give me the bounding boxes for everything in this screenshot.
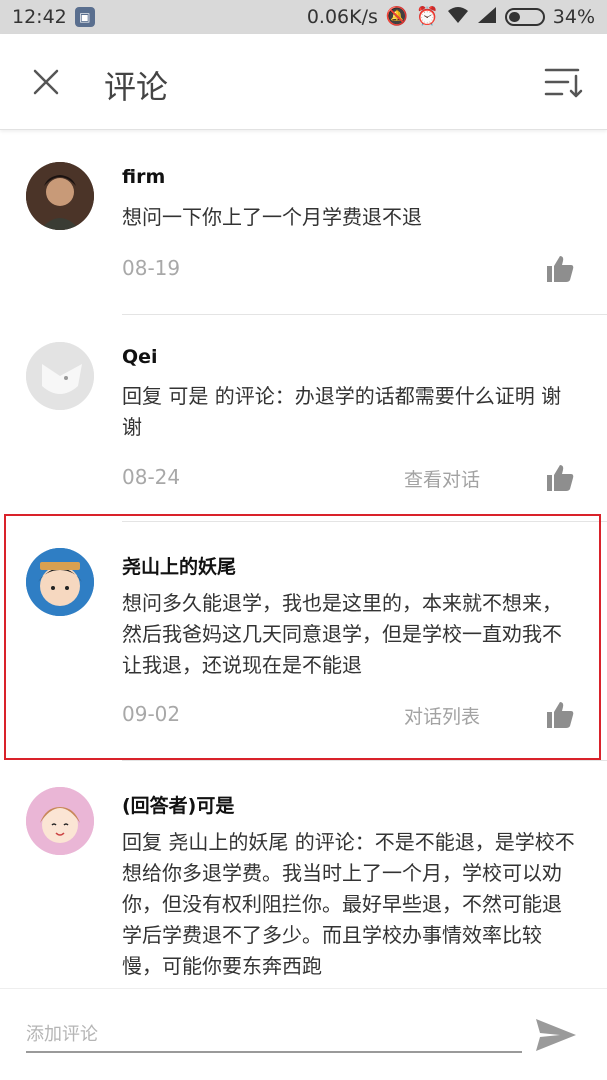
- avatar[interactable]: [26, 787, 94, 855]
- mute-icon: 🔕: [385, 6, 409, 27]
- page-title: 评论: [104, 68, 169, 106]
- comment-input[interactable]: [26, 1017, 522, 1053]
- like-icon[interactable]: [545, 254, 575, 284]
- app-header: 评论: [0, 34, 607, 130]
- comment-date: 08-19: [122, 256, 181, 280]
- status-bar: 12:42 ▣ 0.06K/s 🔕 ⏰ 34%: [0, 0, 607, 34]
- view-conversation-link[interactable]: 查看对话: [404, 465, 480, 492]
- network-speed: 0.06K/s: [306, 6, 378, 28]
- notification-app-icon: ▣: [74, 7, 95, 27]
- battery-percent: 34%: [552, 6, 595, 28]
- comment-item: firm 想问一下你上了一个月学费退不退 08-19: [0, 130, 607, 314]
- close-icon: [33, 69, 59, 95]
- avatar[interactable]: [26, 342, 94, 410]
- alarm-icon: ⏰: [416, 6, 439, 27]
- signal-icon: [477, 6, 497, 28]
- highlight-box: [4, 514, 601, 760]
- like-icon[interactable]: [545, 463, 575, 493]
- comment-item: (回答者)可是 回复 尧山上的妖尾 的评论：不是不能退，是学校不想给你多退学费。…: [0, 761, 607, 988]
- comment-author[interactable]: Qei: [122, 346, 158, 368]
- close-button[interactable]: [26, 62, 66, 102]
- sort-icon: [544, 68, 583, 98]
- comment-text: 想问一下你上了一个月学费退不退: [122, 205, 422, 229]
- comment-date: 08-24: [122, 465, 181, 489]
- battery-icon: [504, 8, 545, 26]
- comment-composer: [0, 988, 607, 1080]
- comment-author[interactable]: (回答者)可是: [122, 791, 234, 818]
- comment-item: Qei 回复 可是 的评论：办退学的话都需要什么证明 谢谢 08-24 查看对话: [0, 315, 607, 521]
- avatar[interactable]: [26, 162, 94, 230]
- comment-text: 回复 尧山上的妖尾 的评论：不是不能退，是学校不想给你多退学费。我当时上了一个月…: [122, 830, 575, 978]
- status-time: 12:42: [12, 6, 67, 28]
- wifi-icon: [447, 6, 469, 28]
- comment-text: 回复 可是 的评论：办退学的话都需要什么证明 谢谢: [122, 384, 562, 439]
- comment-author[interactable]: firm: [122, 166, 165, 188]
- comment-list[interactable]: firm 想问一下你上了一个月学费退不退 08-19 Qei 回复 可是 的评论…: [0, 130, 607, 988]
- send-icon[interactable]: [532, 1015, 580, 1055]
- sort-button[interactable]: [540, 62, 584, 102]
